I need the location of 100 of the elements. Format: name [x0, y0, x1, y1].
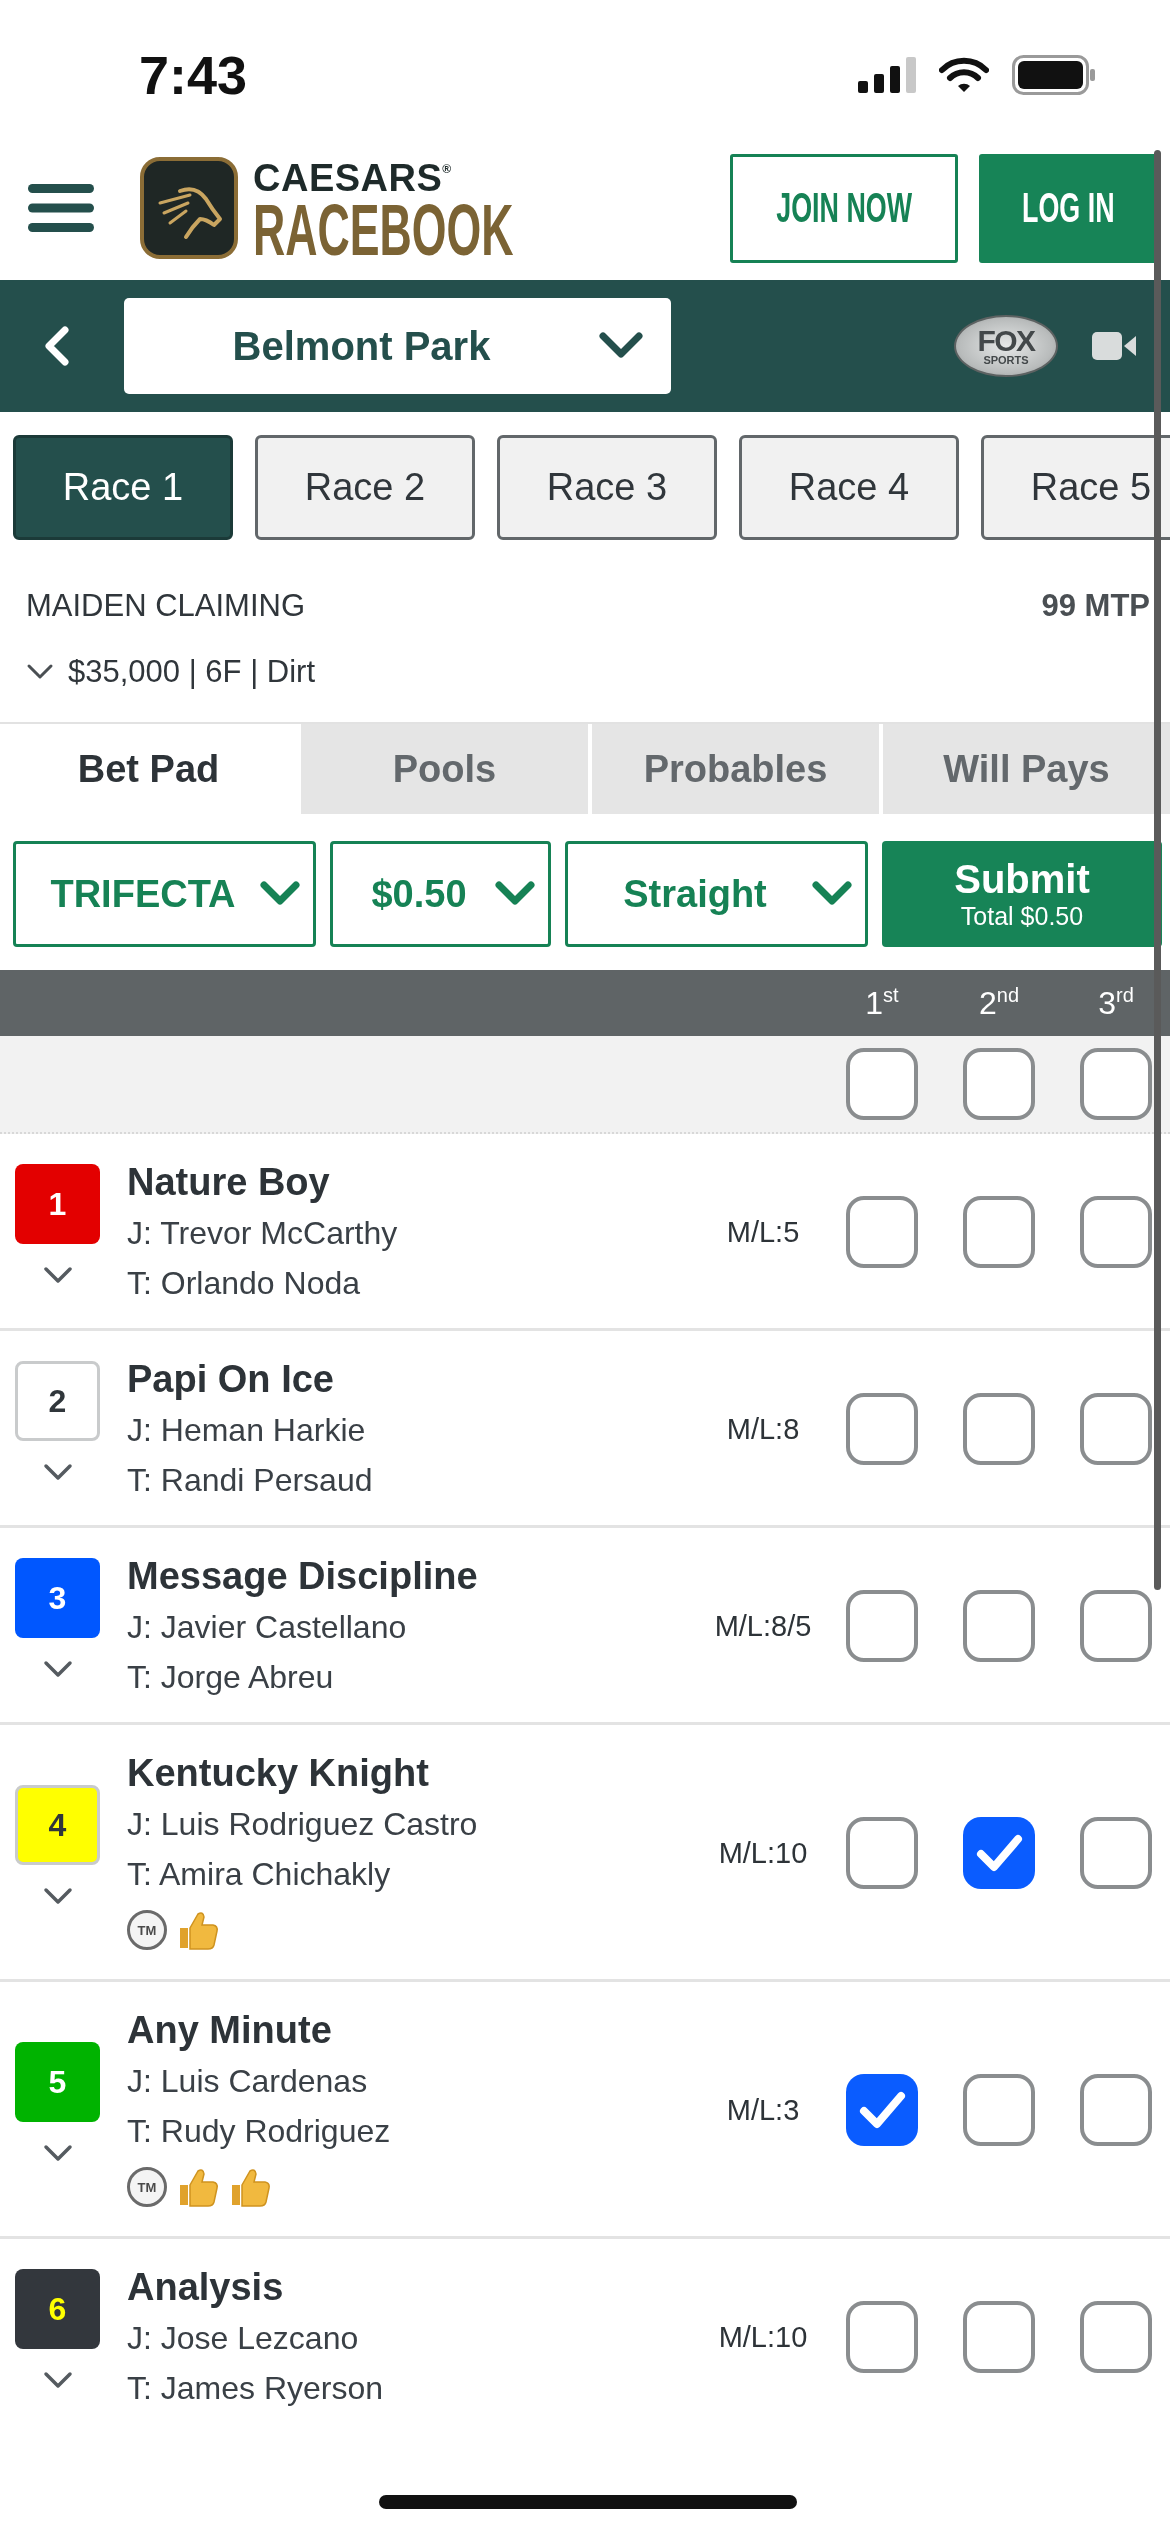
join-button[interactable]: JOIN NOW [730, 153, 958, 263]
race-type: MAIDEN CLAIMING [26, 588, 306, 624]
pick-checkbox[interactable] [1080, 2074, 1152, 2146]
pick-checkbox[interactable] [1080, 1196, 1152, 1268]
back-icon[interactable] [43, 326, 71, 366]
trainer-name: T: James Ryerson [127, 2369, 385, 2408]
chevron-down-icon[interactable] [42, 2144, 73, 2164]
bet-modifier-dropdown[interactable]: Straight [565, 841, 868, 947]
jockey-name: J: Luis Rodriguez Castro [127, 1805, 479, 1844]
jockey-name: J: Javier Castellano [127, 1608, 408, 1647]
thumbs-up-icon [177, 2166, 219, 2208]
saddle-number: 5 [48, 2064, 67, 2100]
morning-line-odds: M/L:10 [717, 1836, 809, 1870]
jockey-name: J: Jose Lezcano [127, 2319, 360, 2358]
saddle-number: 6 [48, 2291, 67, 2327]
status-time: 7:43 [139, 48, 248, 102]
horse-name: Any Minute [127, 2008, 333, 2053]
horse-name: Papi On Ice [127, 1357, 335, 1402]
battery-icon [1012, 55, 1096, 95]
view-tab[interactable]: Will Pays [883, 724, 1170, 814]
race-tab[interactable]: Race 2 [255, 435, 475, 540]
position-label: 1$^{st}$ [864, 983, 900, 1023]
tm-badge: TM [127, 1910, 167, 1950]
view-tab[interactable]: Pools [301, 724, 588, 814]
jockey-name: J: Heman Harkie [127, 1411, 367, 1450]
pick-checkbox[interactable] [963, 1393, 1035, 1465]
pick-checkbox[interactable] [846, 2301, 918, 2373]
pick-checkbox[interactable] [846, 2074, 918, 2146]
checkmark-icon [977, 1835, 1022, 1871]
view-tab[interactable]: Probables [592, 724, 879, 814]
trainer-name: T: Jorge Abreu [127, 1658, 335, 1697]
race-details: $35,000 | 6F | Dirt [68, 654, 315, 690]
saddle-number: 2 [48, 1383, 67, 1419]
position-label: 3$^{rd}$ [1097, 983, 1135, 1023]
thumbs-up-icon [177, 1909, 219, 1951]
horse-head-logo-icon [140, 157, 238, 259]
pick-checkbox[interactable] [963, 2301, 1035, 2373]
morning-line-odds: M/L:10 [717, 2320, 809, 2354]
chevron-down-icon[interactable] [42, 1660, 73, 1680]
horse-name: Kentucky Knight [127, 1751, 430, 1796]
bet-amount-dropdown[interactable]: $0.50 [330, 841, 551, 947]
pick-checkbox[interactable] [846, 1393, 918, 1465]
signal-icon [858, 57, 916, 93]
saddle-number: 1 [48, 1186, 67, 1222]
horse-name: Analysis [127, 2265, 285, 2310]
brand-title: RACEBOOK [253, 200, 514, 260]
pick-checkbox[interactable] [846, 1817, 918, 1889]
race-tab[interactable]: Race 4 [739, 435, 959, 540]
chevron-down-icon [495, 881, 535, 907]
select-all-checkbox[interactable] [963, 1048, 1035, 1120]
pick-checkbox[interactable] [1080, 2301, 1152, 2373]
logo-tagline: SPORTS [983, 353, 1029, 366]
tm-badge: TM [127, 2167, 167, 2207]
morning-line-odds: M/L:8/5 [713, 1609, 813, 1643]
thumbs-up-icon [229, 2166, 271, 2208]
submit-button[interactable]: Submit Total $0.50 [882, 841, 1162, 947]
trainer-name: T: Orlando Noda [127, 1264, 361, 1303]
morning-line-odds: M/L:3 [725, 2093, 801, 2127]
morning-line-odds: M/L:8 [725, 1412, 801, 1446]
pick-checkbox[interactable] [963, 2074, 1035, 2146]
horse-name: Message Discipline [127, 1554, 479, 1599]
race-tab[interactable]: Race 3 [497, 435, 717, 540]
trainer-name: T: Randi Persaud [127, 1461, 374, 1500]
bet-type-dropdown[interactable]: TRIFECTA [13, 841, 316, 947]
menu-icon[interactable] [28, 184, 94, 232]
wifi-icon [939, 57, 989, 93]
position-label: 2$^{nd}$ [977, 983, 1020, 1023]
pick-checkbox[interactable] [963, 1817, 1035, 1889]
chevron-down-icon[interactable] [42, 1887, 73, 1907]
horse-name: Nature Boy [127, 1160, 331, 1205]
video-camera-icon[interactable] [1092, 332, 1136, 360]
saddle-number: 3 [48, 1580, 67, 1616]
track-dropdown[interactable]: Belmont Park [124, 298, 671, 394]
chevron-down-icon [260, 881, 300, 907]
trainer-name: T: Amira Chichakly [127, 1855, 392, 1894]
race-tab[interactable]: Race 1 [13, 435, 233, 540]
race-tab[interactable]: Race 5 [981, 435, 1170, 540]
chevron-down-icon [812, 881, 852, 907]
jockey-name: J: Trevor McCarthy [127, 1214, 399, 1253]
pick-checkbox[interactable] [1080, 1590, 1152, 1662]
chevron-down-icon [599, 332, 643, 360]
chevron-down-icon[interactable] [42, 1463, 73, 1483]
saddle-number: 4 [48, 1807, 67, 1843]
pick-checkbox[interactable] [846, 1590, 918, 1662]
logo-wordmark: FOX [977, 326, 1035, 354]
pick-checkbox[interactable] [1080, 1817, 1152, 1889]
pick-checkbox[interactable] [846, 1196, 918, 1268]
trainer-name: T: Rudy Rodriguez [127, 2112, 392, 2151]
morning-line-odds: M/L:5 [725, 1215, 801, 1249]
chevron-down-icon[interactable] [42, 2371, 73, 2391]
brand-wordmark: CAESARS$^{®}$ [253, 156, 452, 200]
pick-checkbox[interactable] [1080, 1393, 1152, 1465]
select-all-checkbox[interactable] [1080, 1048, 1152, 1120]
minutes-to-post: 99 MTP [1041, 588, 1150, 624]
jockey-name: J: Luis Cardenas [127, 2062, 369, 2101]
checkmark-icon [860, 2092, 905, 2128]
pick-checkbox[interactable] [963, 1590, 1035, 1662]
select-all-checkbox[interactable] [846, 1048, 918, 1120]
pick-checkbox[interactable] [963, 1196, 1035, 1268]
chevron-down-icon[interactable] [42, 1266, 73, 1286]
